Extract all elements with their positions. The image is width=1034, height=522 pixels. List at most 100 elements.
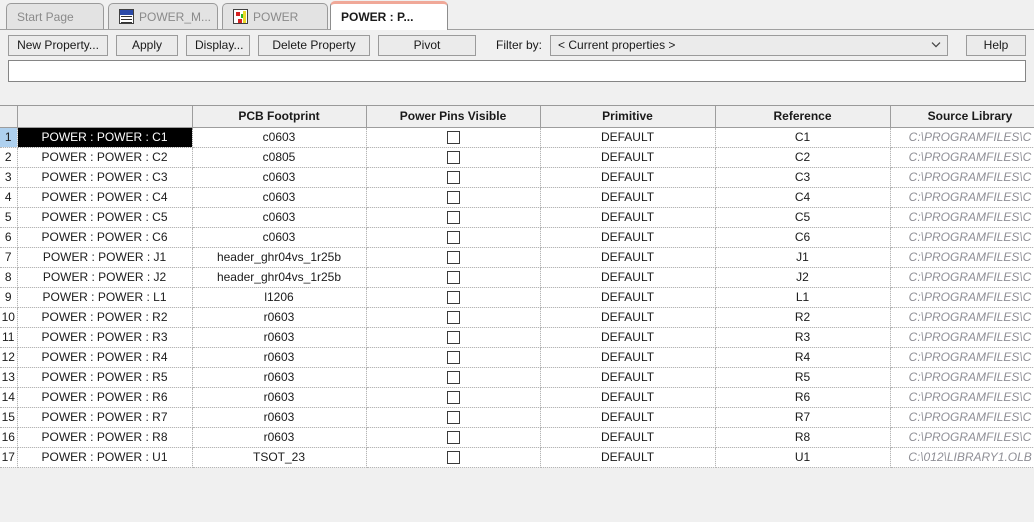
row-number-cell[interactable]: 14 <box>0 387 18 408</box>
primitive-cell[interactable]: DEFAULT <box>540 407 716 428</box>
primitive-cell[interactable]: DEFAULT <box>540 207 716 228</box>
pcb-footprint-cell[interactable]: c0603 <box>192 187 367 208</box>
column-header-reference[interactable]: Reference <box>715 106 891 128</box>
pcb-footprint-cell[interactable]: r0603 <box>192 407 367 428</box>
table-row[interactable]: 11 POWER : POWER : R3 r0603 DEFAULT R3 C:\PRO… <box>0 327 1034 348</box>
checkbox-unchecked-icon[interactable] <box>446 451 460 465</box>
column-header-source-library[interactable]: Source Library <box>890 106 1034 128</box>
row-number-cell[interactable]: 16 <box>0 427 18 448</box>
table-row[interactable]: 1 POWER : POWER : C1 c0603 DEFAULT C1 C:\PROG… <box>0 126 1034 148</box>
row-number-cell[interactable]: 3 <box>0 167 18 188</box>
delete-property-button[interactable]: Delete Property <box>258 34 370 56</box>
pcb-footprint-cell[interactable]: c0603 <box>192 207 367 228</box>
primitive-cell[interactable]: DEFAULT <box>540 227 716 248</box>
primitive-cell[interactable]: DEFAULT <box>540 187 716 208</box>
pcb-footprint-cell[interactable]: c0805 <box>192 147 367 168</box>
table-row[interactable]: 14 POWER : POWER : R6 r0603 DEFAULT R6 C:\PRO… <box>0 387 1034 408</box>
row-number-cell[interactable]: 10 <box>0 307 18 328</box>
row-number-cell[interactable]: 4 <box>0 187 18 208</box>
table-row[interactable]: 16 POWER : POWER : R8 r0603 DEFAULT R8 C:\PRO… <box>0 427 1034 448</box>
reference-cell[interactable]: C5 <box>715 207 891 228</box>
source-library-cell[interactable]: C:\PROGRAMFILES\C <box>890 347 1034 368</box>
component-name-cell[interactable]: POWER : POWER : C2 <box>17 147 193 168</box>
column-header-rownum[interactable] <box>0 106 18 128</box>
power-pins-visible-cell[interactable] <box>366 367 541 388</box>
power-pins-visible-cell[interactable] <box>366 387 541 408</box>
row-number-cell[interactable]: 17 <box>0 447 18 468</box>
help-button[interactable]: Help <box>966 34 1026 56</box>
reference-cell[interactable]: R3 <box>715 327 891 348</box>
checkbox-unchecked-icon[interactable] <box>446 251 460 265</box>
source-library-cell[interactable]: C:\PROGRAMFILES\C <box>890 227 1034 248</box>
pcb-footprint-cell[interactable]: c0603 <box>192 127 367 148</box>
reference-cell[interactable]: J1 <box>715 247 891 268</box>
source-library-cell[interactable]: C:\PROGRAMFILES\C <box>890 367 1034 388</box>
pcb-footprint-cell[interactable]: c0603 <box>192 227 367 248</box>
cell-edit-input[interactable] <box>8 60 1026 82</box>
checkbox-unchecked-icon[interactable] <box>446 331 460 345</box>
row-number-cell[interactable]: 12 <box>0 347 18 368</box>
pcb-footprint-cell[interactable]: r0603 <box>192 367 367 388</box>
table-row[interactable]: 9 POWER : POWER : L1 l1206 DEFAULT L1 C:\PROG… <box>0 287 1034 308</box>
primitive-cell[interactable]: DEFAULT <box>540 387 716 408</box>
pcb-footprint-cell[interactable]: TSOT_23 <box>192 447 367 468</box>
filter-by-dropdown[interactable]: < Current properties > <box>550 34 948 56</box>
component-name-cell[interactable]: POWER : POWER : R6 <box>17 387 193 408</box>
new-property-button[interactable]: New Property... <box>8 34 108 56</box>
reference-cell[interactable]: L1 <box>715 287 891 308</box>
pcb-footprint-cell[interactable]: r0603 <box>192 327 367 348</box>
primitive-cell[interactable]: DEFAULT <box>540 247 716 268</box>
component-name-cell[interactable]: POWER : POWER : C6 <box>17 227 193 248</box>
pcb-footprint-cell[interactable]: r0603 <box>192 427 367 448</box>
reference-cell[interactable]: C1 <box>715 127 891 148</box>
component-name-cell[interactable]: POWER : POWER : R3 <box>17 327 193 348</box>
reference-cell[interactable]: U1 <box>715 447 891 468</box>
primitive-cell[interactable]: DEFAULT <box>540 347 716 368</box>
row-number-cell[interactable]: 7 <box>0 247 18 268</box>
reference-cell[interactable]: R7 <box>715 407 891 428</box>
column-header-power-pins-visible[interactable]: Power Pins Visible <box>366 106 541 128</box>
reference-cell[interactable]: J2 <box>715 267 891 288</box>
source-library-cell[interactable]: C:\PROGRAMFILES\C <box>890 247 1034 268</box>
source-library-cell[interactable]: C:\PROGRAMFILES\C <box>890 167 1034 188</box>
row-number-cell[interactable]: 1 <box>0 127 18 148</box>
table-row[interactable]: 17 POWER : POWER : U1 TSOT_23 DEFAULT U1 C:\0… <box>0 447 1034 468</box>
primitive-cell[interactable]: DEFAULT <box>540 167 716 188</box>
tab-start-page[interactable]: Start Page <box>6 3 104 29</box>
primitive-cell[interactable]: DEFAULT <box>540 287 716 308</box>
table-row[interactable]: 10 POWER : POWER : R2 r0603 DEFAULT R2 C:\PRO… <box>0 307 1034 328</box>
power-pins-visible-cell[interactable] <box>366 247 541 268</box>
source-library-cell[interactable]: C:\PROGRAMFILES\C <box>890 387 1034 408</box>
table-row[interactable]: 6 POWER : POWER : C6 c0603 DEFAULT C6 C:\PROG… <box>0 227 1034 248</box>
reference-cell[interactable]: R6 <box>715 387 891 408</box>
power-pins-visible-cell[interactable] <box>366 167 541 188</box>
row-number-cell[interactable]: 5 <box>0 207 18 228</box>
table-row[interactable]: 3 POWER : POWER : C3 c0603 DEFAULT C3 C:\PROG… <box>0 167 1034 188</box>
component-name-cell[interactable]: POWER : POWER : R5 <box>17 367 193 388</box>
component-name-cell[interactable]: POWER : POWER : C5 <box>17 207 193 228</box>
power-pins-visible-cell[interactable] <box>366 207 541 228</box>
source-library-cell[interactable]: C:\PROGRAMFILES\C <box>890 427 1034 448</box>
power-pins-visible-cell[interactable] <box>366 127 541 148</box>
source-library-cell[interactable]: C:\PROGRAMFILES\C <box>890 147 1034 168</box>
component-name-cell[interactable]: POWER : POWER : U1 <box>17 447 193 468</box>
primitive-cell[interactable]: DEFAULT <box>540 427 716 448</box>
source-library-cell[interactable]: C:\PROGRAMFILES\C <box>890 207 1034 228</box>
row-number-cell[interactable]: 11 <box>0 327 18 348</box>
component-name-cell[interactable]: POWER : POWER : J2 <box>17 267 193 288</box>
row-number-cell[interactable]: 8 <box>0 267 18 288</box>
checkbox-unchecked-icon[interactable] <box>446 431 460 445</box>
column-header-name[interactable] <box>17 106 193 128</box>
source-library-cell[interactable]: C:\PROGRAMFILES\C <box>890 287 1034 308</box>
checkbox-unchecked-icon[interactable] <box>446 171 460 185</box>
table-row[interactable]: 2 POWER : POWER : C2 c0805 DEFAULT C2 C:\PROG… <box>0 147 1034 168</box>
reference-cell[interactable]: C6 <box>715 227 891 248</box>
power-pins-visible-cell[interactable] <box>366 147 541 168</box>
tab-power-m[interactable]: POWER_M... <box>108 3 218 29</box>
reference-cell[interactable]: R5 <box>715 367 891 388</box>
table-row[interactable]: 4 POWER : POWER : C4 c0603 DEFAULT C4 C:\PROG… <box>0 187 1034 208</box>
source-library-cell[interactable]: C:\012\LIBRARY1.OLB <box>890 447 1034 468</box>
component-name-cell[interactable]: POWER : POWER : R4 <box>17 347 193 368</box>
power-pins-visible-cell[interactable] <box>366 407 541 428</box>
tab-power-properties[interactable]: POWER : P... <box>330 1 448 30</box>
